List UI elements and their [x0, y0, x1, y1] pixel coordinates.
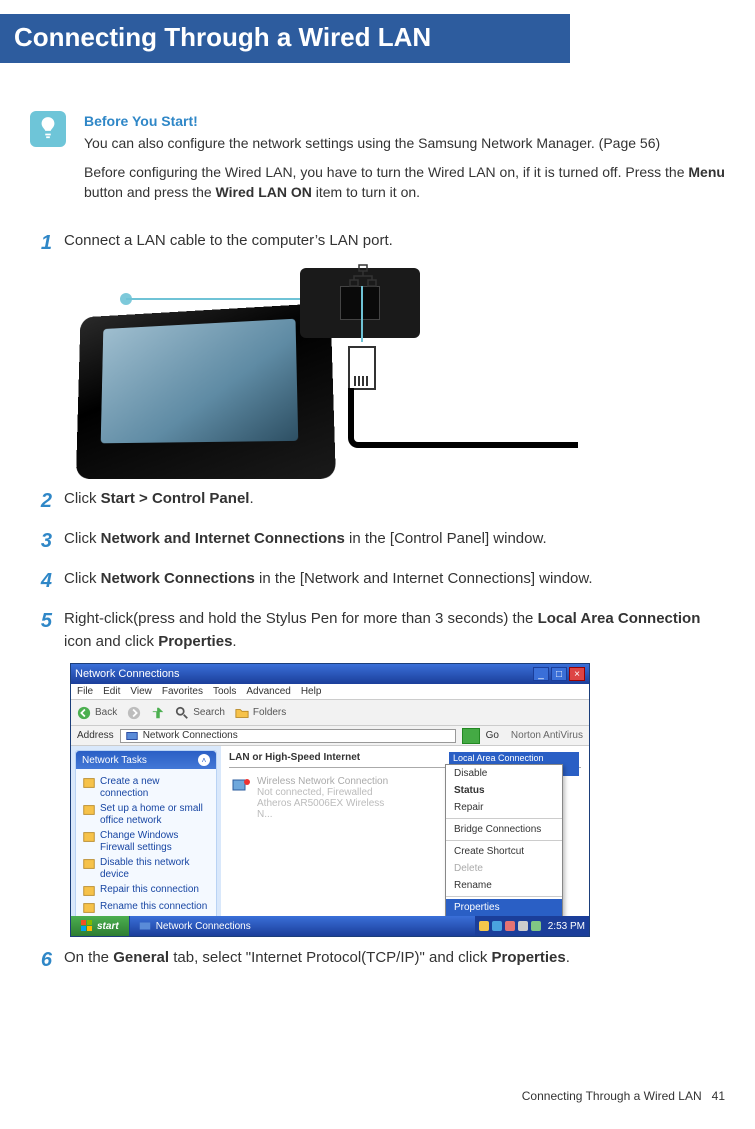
- window-title: Network Connections: [75, 668, 180, 680]
- step-number: 4: [30, 566, 52, 596]
- menubar: File Edit View Favorites Tools Advanced …: [71, 684, 589, 700]
- back-button[interactable]: Back: [77, 706, 117, 720]
- system-tray[interactable]: 2:53 PM: [475, 916, 589, 936]
- up-button[interactable]: [151, 706, 165, 720]
- step-2: 2 Click Start > Control Panel.: [30, 486, 725, 516]
- menu-tools[interactable]: Tools: [213, 686, 236, 697]
- step-5: 5 Right-click(press and hold the Stylus …: [30, 606, 725, 653]
- network-task-item[interactable]: Repair this connection: [82, 884, 210, 898]
- address-input[interactable]: Network Connections: [120, 729, 456, 743]
- collapse-icon[interactable]: ˄: [198, 754, 210, 766]
- step-text: On the General tab, select "Internet Pro…: [64, 945, 725, 975]
- step-text: Click Network and Internet Connections i…: [64, 526, 725, 556]
- maximize-button[interactable]: □: [551, 667, 567, 681]
- step-number: 5: [30, 606, 52, 653]
- go-button[interactable]: [462, 728, 480, 744]
- step-6: 6 On the General tab, select "Internet P…: [30, 945, 725, 975]
- page-title: Connecting Through a Wired LAN: [0, 14, 570, 63]
- step-1: 1 Connect a LAN cable to the computer’s …: [30, 228, 725, 258]
- menu-favorites[interactable]: Favorites: [162, 686, 203, 697]
- address-label: Address: [77, 730, 114, 741]
- search-button[interactable]: Search: [175, 706, 225, 720]
- tip-block: Before You Start! You can also configure…: [30, 111, 725, 210]
- wireless-connection-item[interactable]: Wireless Network Connection Not connecte…: [229, 774, 399, 822]
- step-text: Connect a LAN cable to the computer’s LA…: [64, 228, 725, 258]
- step-number: 6: [30, 945, 52, 975]
- figure-device-lan: [70, 268, 590, 478]
- ctx-rename[interactable]: Rename: [446, 877, 562, 894]
- network-task-item[interactable]: Rename this connection: [82, 901, 210, 915]
- page-footer: Connecting Through a Wired LAN41: [522, 1089, 725, 1103]
- step-number: 3: [30, 526, 52, 556]
- context-menu: Disable Status Repair Bridge Connections…: [445, 764, 563, 917]
- folders-button[interactable]: Folders: [235, 706, 286, 720]
- menu-help[interactable]: Help: [301, 686, 322, 697]
- ctx-status[interactable]: Status: [446, 782, 562, 799]
- close-button[interactable]: ×: [569, 667, 585, 681]
- step-text: Right-click(press and hold the Stylus Pe…: [64, 606, 725, 653]
- menu-edit[interactable]: Edit: [103, 686, 120, 697]
- network-task-item[interactable]: Change Windows Firewall settings: [82, 830, 210, 854]
- tip-text-2: Before configuring the Wired LAN, you ha…: [84, 162, 725, 203]
- step-text: Click Start > Control Panel.: [64, 486, 725, 516]
- tip-heading: Before You Start!: [84, 111, 725, 131]
- minimize-button[interactable]: _: [533, 667, 549, 681]
- step-text: Click Network Connections in the [Networ…: [64, 566, 725, 596]
- start-button[interactable]: start: [71, 916, 130, 936]
- network-task-item[interactable]: Disable this network device: [82, 857, 210, 881]
- network-tasks-heading: Network Tasks: [82, 755, 147, 766]
- ctx-delete: Delete: [446, 860, 562, 877]
- lightbulb-icon: [30, 111, 66, 147]
- clock: 2:53 PM: [548, 921, 585, 932]
- rj45-plug-icon: [348, 346, 376, 390]
- network-task-item[interactable]: Create a new connection: [82, 776, 210, 800]
- network-task-item[interactable]: Set up a home or small office network: [82, 803, 210, 827]
- tip-text-1: You can also configure the network setti…: [84, 133, 725, 153]
- network-icon: [348, 264, 378, 288]
- toolbar: Back Search Folders: [71, 700, 589, 726]
- norton-label: Norton AntiVirus: [511, 730, 583, 741]
- forward-button[interactable]: [127, 706, 141, 720]
- network-tasks-panel: Network Tasks ˄ Create a new connection S…: [75, 750, 217, 918]
- lan-cable: [348, 388, 578, 448]
- menu-view[interactable]: View: [130, 686, 152, 697]
- device-photo: [76, 303, 336, 479]
- step-4: 4 Click Network Connections in the [Netw…: [30, 566, 725, 596]
- taskbar-item[interactable]: Network Connections: [130, 919, 259, 933]
- ctx-bridge[interactable]: Bridge Connections: [446, 821, 562, 838]
- ctx-shortcut[interactable]: Create Shortcut: [446, 843, 562, 860]
- ctx-disable[interactable]: Disable: [446, 765, 562, 782]
- step-3: 3 Click Network and Internet Connections…: [30, 526, 725, 556]
- figure-network-connections-window: Network Connections _ □ × File Edit View…: [70, 663, 590, 937]
- step-number: 2: [30, 486, 52, 516]
- go-label: Go: [486, 730, 499, 741]
- ctx-repair[interactable]: Repair: [446, 799, 562, 816]
- menu-advanced[interactable]: Advanced: [246, 686, 290, 697]
- step-number: 1: [30, 228, 52, 258]
- menu-file[interactable]: File: [77, 686, 93, 697]
- ctx-properties[interactable]: Properties: [446, 899, 562, 916]
